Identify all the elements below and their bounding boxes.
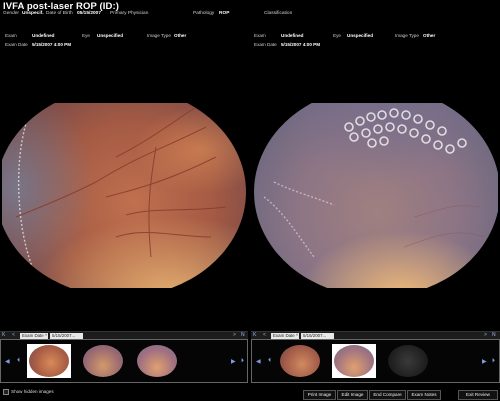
left-exam-date-value: 5/15/2007 4:00 PM — [32, 42, 72, 47]
classification-label: Classification — [264, 11, 293, 16]
left-thumb-3[interactable] — [135, 344, 179, 378]
left-strip-next-icon[interactable]: ▶ — [231, 358, 236, 365]
right-strip-next-icon[interactable]: ▶ — [482, 358, 487, 365]
right-fundus-image[interactable] — [252, 103, 498, 288]
right-prev-arrow[interactable]: < — [263, 332, 266, 338]
right-exam-date-value: 5/15/2007 4:00 PM — [281, 42, 321, 47]
right-last-arrow[interactable]: N — [492, 332, 496, 338]
left-eye-label: Eye — [82, 33, 90, 38]
exit-review-button[interactable]: Exit Review — [458, 390, 498, 400]
right-strip-prev-icon[interactable]: ◀ — [256, 358, 261, 365]
right-next-arrow[interactable]: > — [484, 332, 487, 338]
gender-value: Unspecif. — [22, 11, 44, 16]
right-eye-label: Eye — [333, 33, 341, 38]
left-exam-value: Undefined — [32, 33, 55, 38]
gender-label: Gender — [3, 11, 19, 16]
show-hidden-label: Show hidden images — [11, 389, 54, 394]
right-thumb-2[interactable] — [332, 344, 376, 378]
right-first-arrow[interactable]: K — [253, 332, 256, 338]
end-compare-button[interactable]: End Compare — [369, 390, 406, 400]
left-next-arrow[interactable]: > — [233, 332, 236, 338]
left-exam-label: Exam — [5, 33, 17, 38]
right-strip-last-icon[interactable]: ⏵ — [492, 358, 495, 365]
left-thumb-2[interactable] — [81, 344, 125, 378]
left-image-type-value: Other — [174, 33, 187, 38]
physician-label: Primary Physician — [110, 11, 149, 16]
left-eye-value: Unspecified — [97, 33, 124, 38]
pathology-label: Pathology — [193, 11, 215, 16]
pathology-value: ROP — [219, 11, 230, 16]
left-exam-date-label: Exam Date — [5, 42, 28, 47]
left-last-arrow[interactable]: N — [241, 332, 245, 338]
show-hidden-checkbox[interactable] — [3, 389, 9, 395]
exam-notes-button[interactable]: Exam Notes — [407, 390, 441, 400]
right-exam-date-label: Exam Date — [254, 42, 277, 47]
left-strip-toolbar: K < Exam Date ^ 5/15/2007... > N — [0, 331, 248, 339]
left-strip-prev-icon[interactable]: ◀ — [5, 358, 10, 365]
right-eye-value: Unspecified — [347, 33, 374, 38]
left-first-arrow[interactable]: K — [2, 332, 5, 338]
right-exam-value: Undefined — [281, 33, 304, 38]
right-exam-label: Exam — [254, 33, 266, 38]
edit-image-button[interactable]: Edit Image — [337, 390, 368, 400]
right-strip-toolbar: K < Exam Date ^ 5/15/2007... > N — [251, 331, 500, 339]
left-thumbnail-strip: ◀ ⏴ ▶ ⏵ — [0, 339, 248, 383]
right-strip-prev-page-icon[interactable]: ⏴ — [268, 358, 271, 365]
left-strip-prev-page-icon[interactable]: ⏴ — [17, 358, 20, 365]
right-thumb-3[interactable] — [386, 344, 430, 378]
print-image-button[interactable]: Print Image — [303, 390, 336, 400]
left-thumb-1[interactable] — [27, 344, 71, 378]
left-strip-last-icon[interactable]: ⏵ — [241, 358, 244, 365]
left-image-type-label: Image Type — [147, 33, 171, 38]
right-thumbnail-strip: ◀ ⏴ ▶ ⏵ — [251, 339, 500, 383]
left-prev-arrow[interactable]: < — [12, 332, 15, 338]
right-image-type-label: Image Type — [395, 33, 419, 38]
right-thumb-1[interactable] — [278, 344, 322, 378]
right-image-type-value: Other — [423, 33, 436, 38]
dob-value: 05/15/2007 — [77, 11, 102, 16]
left-fundus-image[interactable] — [2, 103, 249, 288]
dob-label: Date of Birth — [46, 11, 73, 16]
